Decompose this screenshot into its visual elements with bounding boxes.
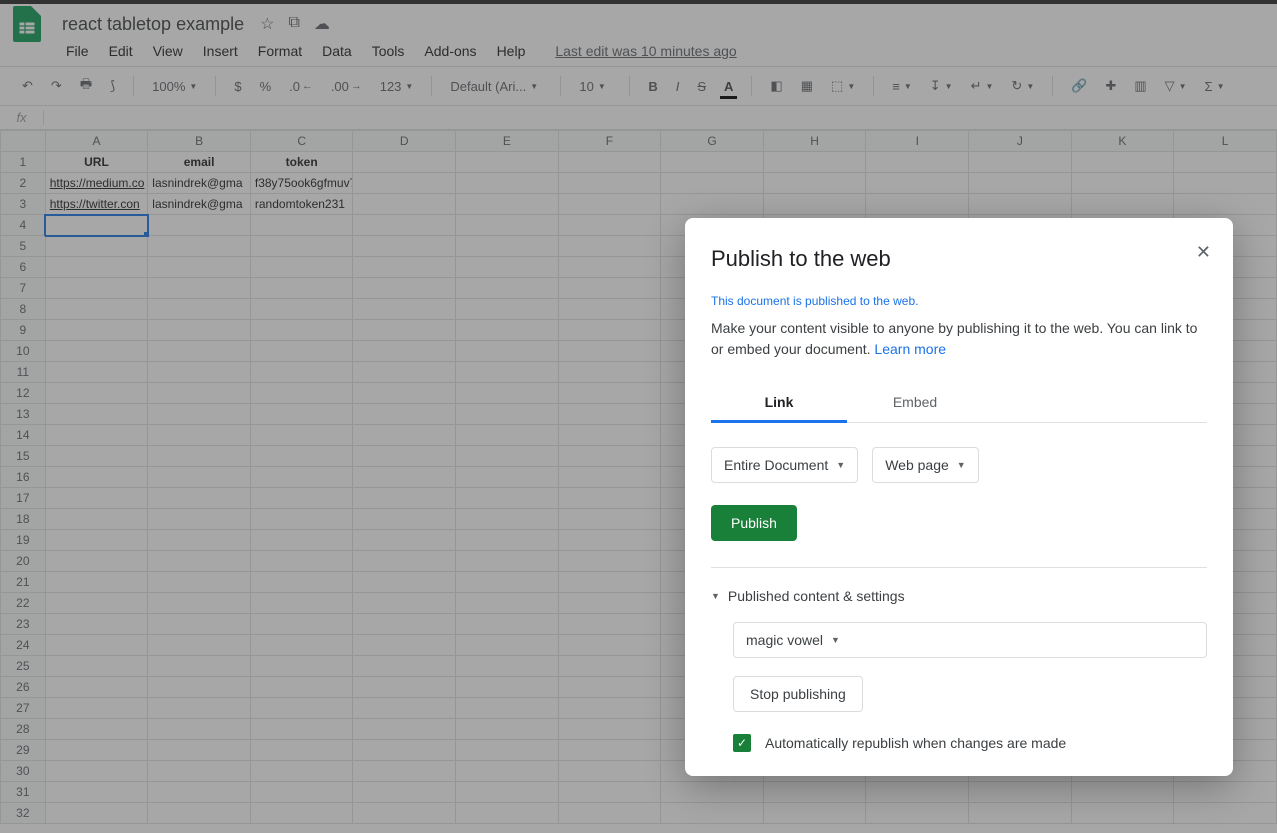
publish-dialog: ✕ Publish to the web This document is pu… <box>685 218 1233 776</box>
stop-publishing-button[interactable]: Stop publishing <box>733 676 863 712</box>
publish-button[interactable]: Publish <box>711 505 797 541</box>
auto-republish-label: Automatically republish when changes are… <box>765 735 1066 751</box>
settings-header: Published content & settings <box>728 588 905 604</box>
auto-republish-checkbox[interactable]: ✓ <box>733 734 751 752</box>
tab-link[interactable]: Link <box>711 384 847 423</box>
select-document-scope[interactable]: Entire Document▼ <box>711 447 858 483</box>
learn-more-link[interactable]: Learn more <box>874 341 946 357</box>
select-output-type[interactable]: Web page▼ <box>872 447 979 483</box>
close-icon[interactable]: ✕ <box>1196 242 1211 263</box>
dialog-title: Publish to the web <box>711 246 1207 272</box>
tab-embed[interactable]: Embed <box>847 384 983 422</box>
select-sheet[interactable]: magic vowel▼ <box>733 622 1207 658</box>
settings-toggle[interactable]: ▼ Published content & settings <box>711 588 1207 604</box>
dialog-description: Make your content visible to anyone by p… <box>711 318 1207 360</box>
divider <box>711 567 1207 568</box>
chevron-down-icon: ▼ <box>711 591 720 601</box>
publish-status: This document is published to the web. <box>711 294 1207 308</box>
dialog-tabs: Link Embed <box>711 384 1207 423</box>
